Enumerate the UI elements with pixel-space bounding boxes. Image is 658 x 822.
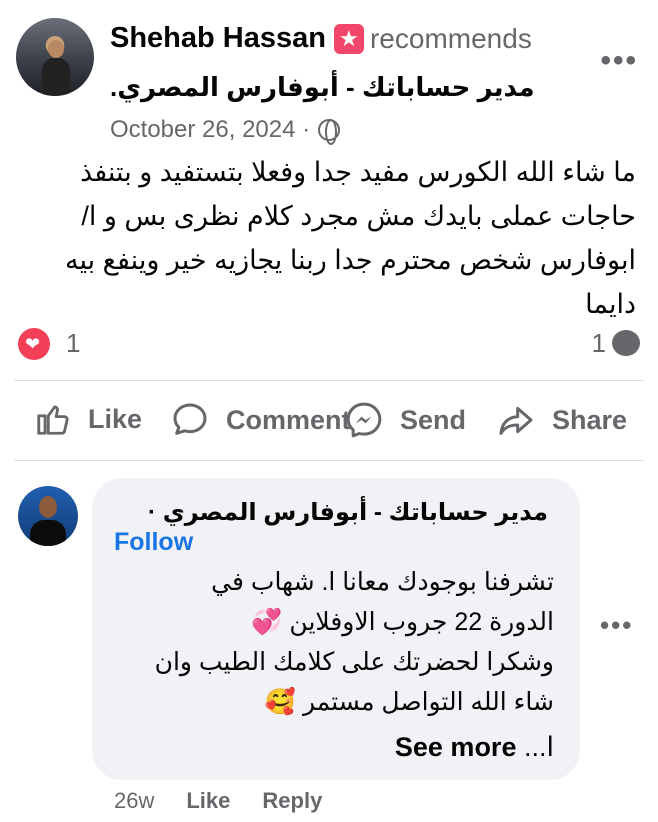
divider bbox=[14, 460, 644, 461]
comment-label: Comment bbox=[226, 404, 351, 435]
comment-line: الدورة 22 جروب الاوفلاين 💞 bbox=[251, 608, 554, 636]
comment-time[interactable]: 26w bbox=[114, 788, 154, 814]
avatar-head bbox=[48, 40, 64, 58]
send-button[interactable]: Send bbox=[344, 400, 466, 440]
see-more-link[interactable]: See more bbox=[395, 732, 517, 762]
avatar-body bbox=[42, 58, 70, 96]
see-more[interactable]: ا... See more bbox=[395, 732, 554, 763]
comments-count[interactable]: 1 bbox=[592, 328, 606, 359]
comment-button[interactable]: Comment bbox=[170, 400, 351, 440]
see-more-prefix: ا... bbox=[523, 732, 554, 762]
post-body-text: ما شاء الله الكورس مفيد جدا وفعلا بتستفي… bbox=[65, 157, 636, 319]
divider bbox=[14, 380, 644, 381]
comment-line: شاء الله التواصل مستمر 🥰 bbox=[264, 688, 554, 716]
recommends-label: recommends bbox=[369, 22, 532, 54]
comment-icon bbox=[173, 403, 207, 435]
love-reaction-icon[interactable] bbox=[18, 328, 50, 360]
recommend-star-icon bbox=[333, 23, 364, 54]
avatar-head bbox=[39, 496, 57, 518]
messenger-icon bbox=[346, 402, 382, 438]
comment-text: تشرفنا بوجودك معانا ا. شهاب في الدورة 22… bbox=[114, 562, 554, 722]
post-action-bar: Like Comment Send Share bbox=[14, 390, 644, 450]
comment-line: تشرفنا بوجودك معانا ا. شهاب في bbox=[211, 568, 554, 596]
share-button[interactable]: Share bbox=[496, 400, 627, 440]
comment-reply-button[interactable]: Reply bbox=[262, 788, 322, 814]
avatar-body bbox=[30, 520, 66, 546]
author-name[interactable]: Shehab Hassan bbox=[110, 22, 326, 55]
comment-line: وشكرا لحضرتك على كلامك الطيب وان bbox=[154, 648, 554, 676]
author-avatar[interactable] bbox=[16, 18, 94, 96]
thumbs-up-icon bbox=[37, 405, 69, 435]
share-arrow-icon bbox=[499, 406, 533, 435]
commenter-avatar[interactable] bbox=[18, 486, 78, 546]
comment-author[interactable]: مدير حساباتك - أبوفارس المصري · bbox=[148, 498, 548, 527]
comment-bubble-icon bbox=[612, 330, 640, 356]
post-date[interactable]: October 26, 2024 · bbox=[110, 116, 310, 144]
author-line: Shehab Hassan recommends bbox=[110, 22, 532, 55]
comment-bubble: مدير حساباتك - أبوفارس المصري · Follow ت… bbox=[92, 478, 580, 780]
post-header: Shehab Hassan recommends مدير حساباتك - … bbox=[14, 14, 644, 145]
like-label: Like bbox=[88, 403, 143, 434]
post-stats: 1 1 bbox=[14, 326, 644, 362]
comment-like-button[interactable]: Like bbox=[186, 788, 230, 814]
like-button[interactable]: Like bbox=[34, 400, 142, 438]
post-more-options-button[interactable]: ••• bbox=[600, 44, 638, 78]
globe-icon bbox=[318, 119, 341, 145]
send-label: Send bbox=[400, 404, 467, 435]
post-date-line: October 26, 2024 · bbox=[110, 116, 341, 145]
reactions-count[interactable]: 1 bbox=[66, 328, 80, 359]
comment-meta: 26w Like Reply bbox=[114, 788, 322, 814]
follow-button[interactable]: Follow bbox=[114, 528, 193, 557]
share-label: Share bbox=[552, 404, 628, 435]
comment-more-options-button[interactable]: ••• bbox=[600, 610, 633, 641]
recommended-page-name[interactable]: مدير حساباتك - أبوفارس المصري. bbox=[110, 72, 535, 103]
